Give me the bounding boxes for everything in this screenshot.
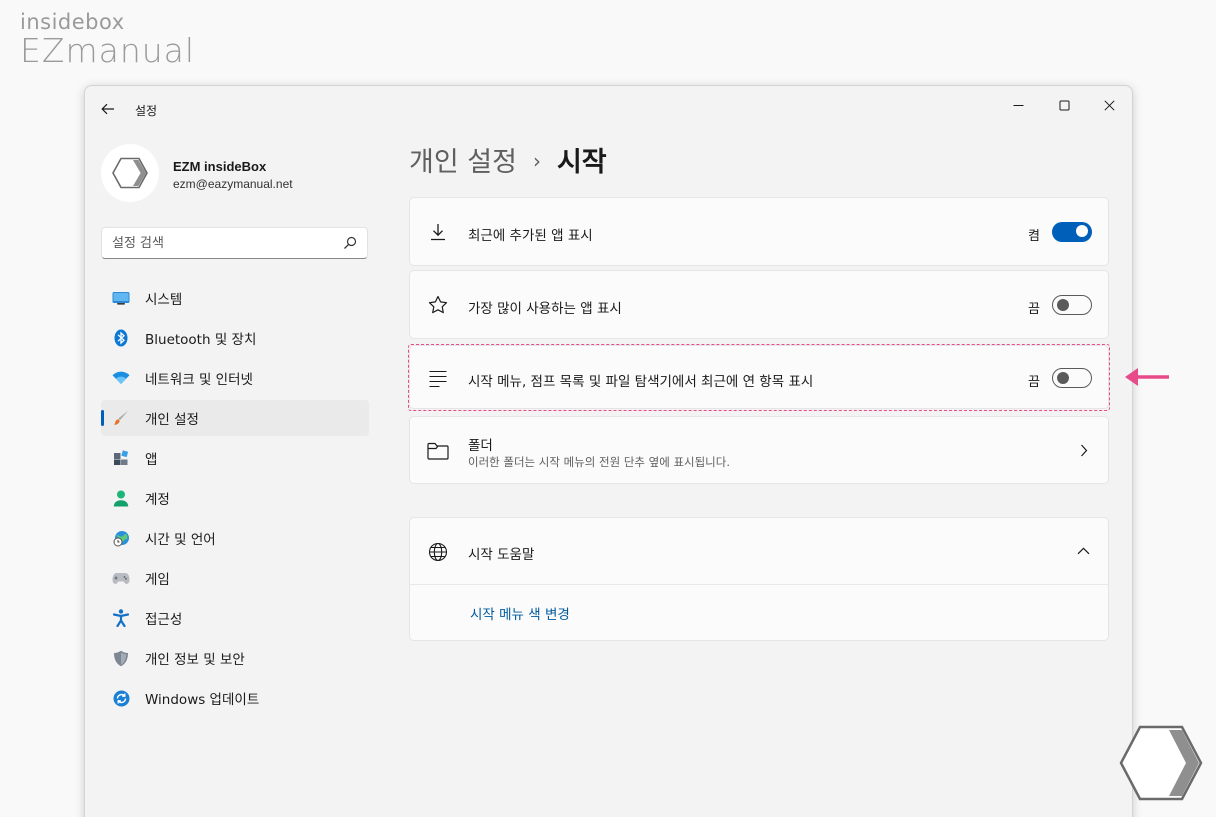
maximize-button[interactable] [1041,90,1087,120]
help-title: 시작 도움말 [468,547,535,563]
toggle-state-text: 끔 [1028,302,1040,317]
sidebar-item-apps[interactable]: 앱 [101,440,369,476]
setting-label: 폴더 [468,438,493,454]
sidebar-item-personalization[interactable]: 개인 설정 [101,400,369,436]
settings-window: 설정 EZM insideBox ezm@eazymanual.net 설정 검… [84,85,1133,817]
sidebar-item-label: 개인 설정 [145,412,199,428]
help-header[interactable]: 시작 도움말 [410,518,1108,585]
toggle-state-text: 끔 [1028,375,1040,390]
close-icon [1103,99,1115,111]
avatar[interactable] [101,144,159,202]
person-icon [112,489,130,507]
monitor-icon [112,289,130,307]
chevron-up-icon [1077,547,1090,555]
user-email: ezm@eazymanual.net [173,177,293,191]
gamepad-icon [112,569,130,587]
sidebar-item-label: 게임 [145,572,170,588]
folder-icon [426,439,450,463]
sidebar-item-privacy[interactable]: 개인 정보 및 보안 [101,640,369,676]
change-start-color-link[interactable]: 시작 메뉴 색 변경 [470,603,570,623]
sidebar-item-accounts[interactable]: 계정 [101,480,369,516]
sidebar-item-gaming[interactable]: 게임 [101,560,369,596]
help-links: 시작 메뉴 색 변경 [410,603,1108,627]
sidebar-item-label: 시간 및 언어 [145,532,216,548]
sidebar-item-label: 네트워크 및 인터넷 [145,372,253,388]
hexagon-logo-icon [1119,725,1203,801]
setting-folders[interactable]: 폴더 이러한 폴더는 시작 메뉴의 전원 단추 옆에 표시됩니다. [409,416,1109,484]
sidebar-nav: 시스템 Bluetooth 및 장치 네트워크 및 인터넷 개인 설정 앱 계정… [101,280,369,720]
paintbrush-icon [112,409,130,427]
setting-recent-apps: 최근에 추가된 앱 표시 켬 [409,197,1109,266]
accessibility-icon [112,609,130,627]
most-used-toggle[interactable] [1052,295,1092,315]
back-arrow-icon [101,103,114,115]
watermark: insidebox EZmanual [20,10,196,70]
minimize-button[interactable] [995,90,1041,120]
sidebar-item-windows-update[interactable]: Windows 업데이트 [101,680,369,716]
sidebar-item-label: 계정 [145,492,170,508]
watermark-line2: EZmanual [20,31,196,70]
sidebar-item-label: Windows 업데이트 [145,692,260,708]
maximize-icon [1059,100,1069,110]
pointer-arrow-icon [1125,368,1169,386]
star-icon [426,293,450,317]
watermark-line1: insidebox [20,10,125,34]
page-title: 시작 [556,147,607,178]
setting-recent-items: 시작 메뉴, 점프 목록 및 파일 탐색기에서 최근에 연 항목 표시 끔 [409,345,1109,409]
bluetooth-icon [112,329,130,347]
breadcrumb: 개인 설정 › 시작 [409,140,607,179]
title-bar: 설정 [85,86,1132,130]
setting-label: 가장 많이 사용하는 앱 표시 [468,301,622,317]
sidebar-item-accessibility[interactable]: 접근성 [101,600,369,636]
globe-clock-icon [112,529,130,547]
window-title: 설정 [135,104,158,118]
sidebar-item-label: Bluetooth 및 장치 [145,332,257,348]
toggle-state-text: 켬 [1028,229,1040,244]
user-name: EZM insideBox [173,159,267,174]
recent-items-toggle[interactable] [1052,368,1092,388]
search-input[interactable] [102,228,342,258]
list-lines-icon [426,366,450,390]
globe-icon [426,540,450,564]
search-box [101,227,368,259]
update-icon [112,689,130,707]
toggle-knob [1057,299,1069,311]
sidebar-item-bluetooth[interactable]: Bluetooth 및 장치 [101,320,369,356]
hexagon-logo-icon [112,157,148,189]
wifi-icon [112,369,130,387]
back-button[interactable] [97,98,119,120]
setting-label: 시작 메뉴, 점프 목록 및 파일 탐색기에서 최근에 연 항목 표시 [468,374,814,390]
sidebar-item-network[interactable]: 네트워크 및 인터넷 [101,360,369,396]
search-icon[interactable] [343,236,357,250]
sidebar-item-label: 접근성 [145,612,183,628]
sidebar-item-time-language[interactable]: 시간 및 언어 [101,520,369,556]
breadcrumb-parent[interactable]: 개인 설정 [409,147,517,178]
shield-icon [112,649,130,667]
setting-most-used: 가장 많이 사용하는 앱 표시 끔 [409,270,1109,339]
help-section: 시작 도움말 시작 메뉴 색 변경 [409,517,1109,641]
toggle-knob [1076,225,1088,237]
toggle-knob [1057,372,1069,384]
sidebar-item-label: 시스템 [145,292,183,308]
sidebar-item-label: 앱 [145,452,158,468]
sidebar-item-system[interactable]: 시스템 [101,280,369,316]
chevron-right-icon [1081,444,1088,457]
download-icon [426,220,450,244]
setting-description: 이러한 폴더는 시작 메뉴의 전원 단추 옆에 표시됩니다. [468,455,731,469]
sidebar-item-label: 개인 정보 및 보안 [145,652,245,668]
apps-icon [112,449,130,467]
close-button[interactable] [1086,90,1132,120]
minimize-icon [1013,104,1023,106]
recent-apps-toggle[interactable] [1052,222,1092,242]
setting-label: 최근에 추가된 앱 표시 [468,228,593,244]
breadcrumb-separator: › [532,149,541,173]
